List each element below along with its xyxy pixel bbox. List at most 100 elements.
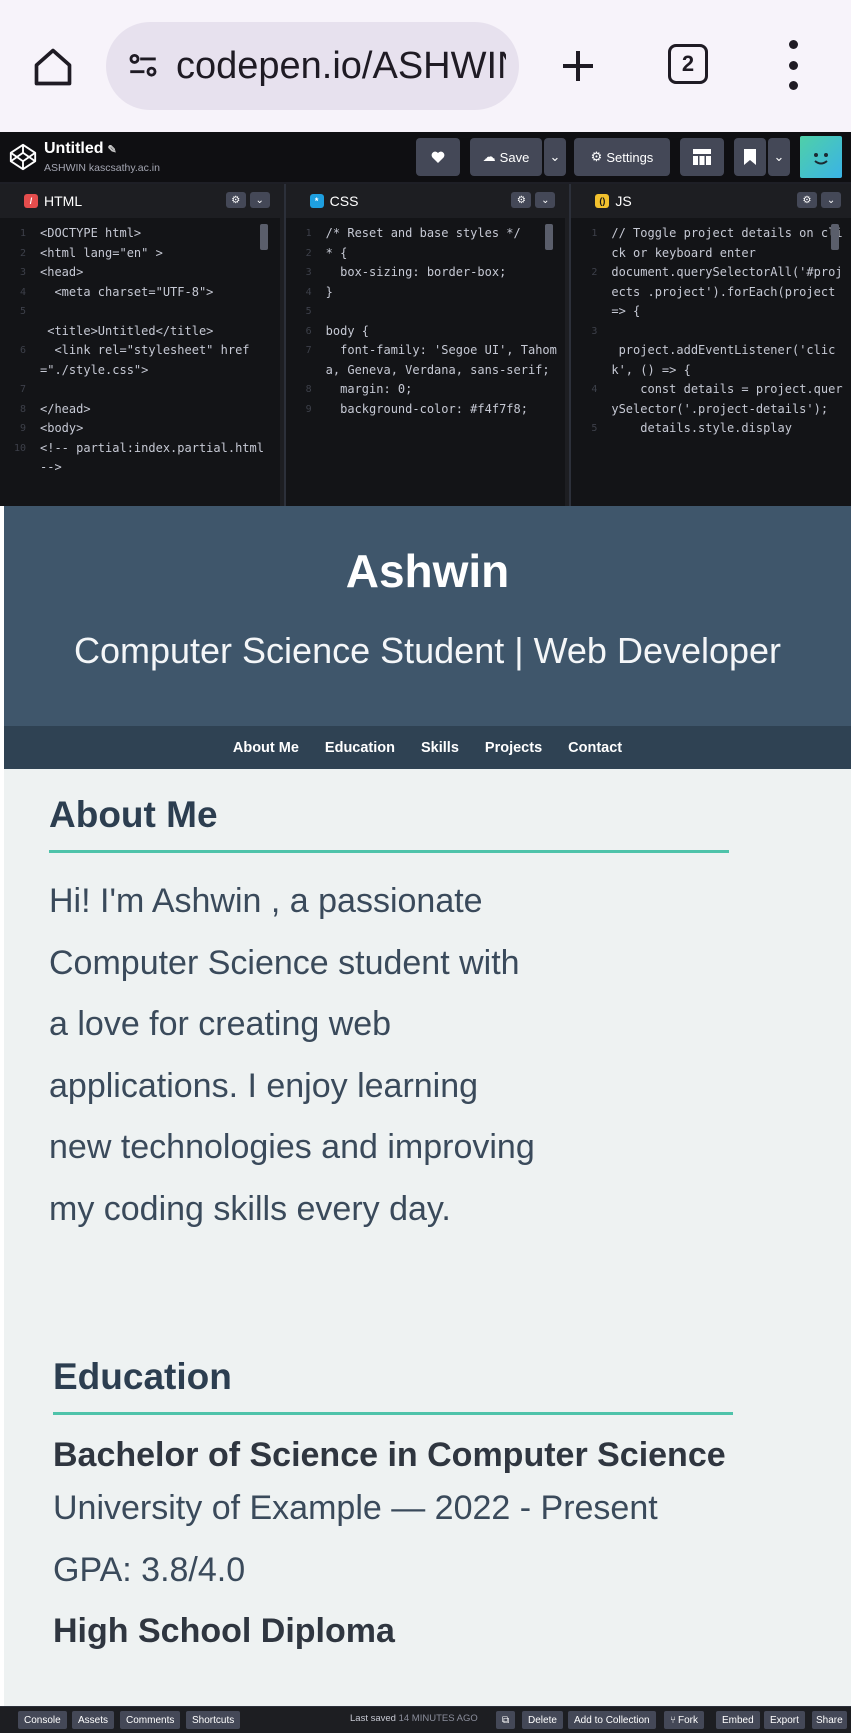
code-line[interactable]: 3 <head> (0, 263, 272, 283)
editor-settings-gear-icon[interactable]: ⚙ (225, 192, 246, 208)
site-settings-icon[interactable] (122, 45, 164, 87)
js-code[interactable]: 1 // Toggle project details on click or k… (571, 218, 851, 439)
css-code[interactable]: 1 /* Reset and base styles */ 2 * {3 box-si… (286, 218, 566, 419)
html-editor[interactable]: / HTML ⚙ ⌄ 1 <DOCTYPE html> 2 <html lang="e… (0, 184, 280, 506)
code-text: <html lang="en" > (40, 245, 163, 260)
code-line[interactable]: 8 </head> (0, 400, 272, 420)
code-text: <title>Untitled</title> (40, 323, 214, 338)
editor-settings-gear-icon[interactable]: ⚙ (797, 192, 818, 208)
change-view-button[interactable] (680, 138, 724, 176)
code-line[interactable]: 3 (571, 322, 843, 342)
code-line[interactable]: 1 <DOCTYPE html> (0, 224, 272, 244)
line-number: 4 (591, 384, 598, 395)
shortcuts-button[interactable]: Shortcuts (186, 1711, 241, 1729)
save-button[interactable]: ☁ Save (470, 138, 542, 176)
js-editor-title: JS (615, 193, 632, 209)
tab-switcher-button[interactable]: 2 (668, 44, 708, 84)
line-number: 1 (19, 228, 26, 239)
code-line[interactable]: 1 /* Reset and base styles */ (286, 224, 558, 244)
pen-author[interactable]: ASHWIN kascsathy.ac.in (44, 162, 160, 174)
code-line[interactable]: <title>Untitled</title> (0, 322, 272, 342)
code-line[interactable]: 10 <!-- partial:index.partial.html --> (0, 439, 272, 478)
edit-pencil-icon[interactable]: ✎ (108, 144, 117, 156)
comments-button[interactable]: Comments (120, 1711, 181, 1729)
code-line[interactable]: 2 * { (286, 244, 558, 264)
code-line[interactable]: 6 <link rel="stylesheet" href="./style.c… (0, 341, 272, 380)
line-number: 3 (19, 267, 26, 278)
add-to-collection-button[interactable]: Add to Collection (568, 1711, 656, 1729)
code-line[interactable]: 7 (0, 380, 272, 400)
user-avatar[interactable] (800, 136, 842, 178)
html-editor-scrollbar[interactable] (259, 224, 268, 250)
js-editor-header: () JS ⚙ ⌄ (571, 184, 851, 218)
code-text: * { (325, 245, 348, 260)
editor-collapse-chevron-icon[interactable]: ⌄ (535, 192, 556, 208)
editor-collapse-chevron-icon[interactable]: ⌄ (249, 192, 270, 208)
code-line[interactable]: 7 font-family: 'Segoe UI', Tahoma, Genev… (286, 341, 558, 380)
line-number: 4 (19, 286, 26, 298)
line-number: 8 (19, 403, 26, 415)
nav-link-contact[interactable]: Contact (568, 740, 622, 756)
code-line[interactable]: 4 <meta charset="UTF-8"> (0, 283, 272, 303)
browser-toolbar: codepen.io/ASHWIN· 2 (0, 0, 851, 132)
line-number: 2 (591, 267, 598, 278)
fork-button[interactable]: ⑂ Fork (664, 1711, 704, 1729)
js-editor[interactable]: () JS ⚙ ⌄ 1 // Toggle project details on … (569, 184, 851, 506)
nav-link-education[interactable]: Education (325, 740, 395, 756)
nav-link-about[interactable]: About Me (233, 740, 299, 756)
html-code[interactable]: 1 <DOCTYPE html> 2 <html lang="en" > 3 <head>… (0, 218, 280, 478)
code-line[interactable]: project.addEventListener('click', () => … (571, 341, 843, 380)
bookmark-button[interactable] (734, 138, 766, 176)
nav-link-projects[interactable]: Projects (485, 740, 542, 756)
code-line[interactable]: 9 background-color: #f4f7f8; (286, 400, 558, 420)
code-text: // Toggle project details on click or ke… (611, 226, 843, 260)
settings-button[interactable]: ⚙ Settings (574, 138, 670, 176)
export-button[interactable]: Export (764, 1711, 805, 1729)
code-line[interactable]: 4} (286, 283, 558, 303)
code-line[interactable]: 4 const details = project.querySelector(… (571, 380, 843, 419)
codepen-header: Untitled ✎ ASHWIN kascsathy.ac.in ☁ Save ⌄… (0, 132, 851, 184)
css-editor[interactable]: * CSS ⚙ ⌄ 1 /* Reset and base styles */ 2 *… (283, 184, 566, 506)
code-text: <meta charset="UTF-8"> (40, 284, 214, 299)
embed-button[interactable]: Embed (716, 1711, 760, 1729)
url-text[interactable]: codepen.io/ASHWIN· (176, 45, 506, 88)
address-bar[interactable]: codepen.io/ASHWIN· (106, 22, 519, 110)
gear-icon: ⚙ (590, 149, 603, 164)
code-text: } (325, 284, 333, 299)
code-line[interactable]: 3 box-sizing: border-box; (286, 263, 558, 283)
code-line[interactable]: 9 <body> (0, 419, 272, 439)
code-line[interactable]: 5 details.style.display (571, 419, 843, 439)
delete-button[interactable]: Delete (522, 1711, 563, 1729)
pen-title[interactable]: Untitled ✎ (44, 140, 117, 158)
share-button[interactable]: Share (812, 1711, 847, 1729)
love-button[interactable] (416, 138, 460, 176)
code-line[interactable]: 5 (286, 302, 558, 322)
new-tab-icon[interactable] (550, 38, 606, 94)
js-editor-scrollbar[interactable] (831, 224, 840, 250)
fork-icon: ⑂ (670, 1714, 676, 1726)
line-number: 1 (305, 228, 312, 239)
nav-link-skills[interactable]: Skills (421, 740, 459, 756)
save-options-chevron-icon[interactable]: ⌄ (544, 138, 566, 176)
code-text: body { (325, 323, 370, 338)
education-heading: Education (53, 1356, 733, 1415)
home-icon[interactable] (26, 40, 80, 94)
code-line[interactable]: 2 <html lang="en" > (0, 244, 272, 264)
overflow-menu-icon[interactable] (778, 40, 808, 90)
code-line[interactable]: 2 document.querySelectorAll('#projects .p… (571, 263, 843, 322)
line-number: 8 (305, 384, 312, 395)
codepen-logo-icon[interactable] (8, 142, 38, 172)
code-line[interactable]: 6 body { (286, 322, 558, 342)
line-number: 5 (305, 306, 312, 317)
console-button[interactable]: Console (18, 1711, 67, 1729)
css-editor-scrollbar[interactable] (545, 224, 554, 250)
assets-button[interactable]: Assets (72, 1711, 115, 1729)
open-external-icon[interactable]: ⧉ (496, 1711, 516, 1729)
site-nav: About Me Education Skills Projects Conta… (4, 726, 851, 769)
bookmark-options-chevron-icon[interactable]: ⌄ (768, 138, 790, 176)
editor-settings-gear-icon[interactable]: ⚙ (511, 192, 532, 208)
code-line[interactable]: 5 (0, 302, 272, 322)
code-line[interactable]: 8 margin: 0; (286, 380, 558, 400)
editor-collapse-chevron-icon[interactable]: ⌄ (821, 192, 842, 208)
code-line[interactable]: 1 // Toggle project details on click or k… (571, 224, 843, 263)
